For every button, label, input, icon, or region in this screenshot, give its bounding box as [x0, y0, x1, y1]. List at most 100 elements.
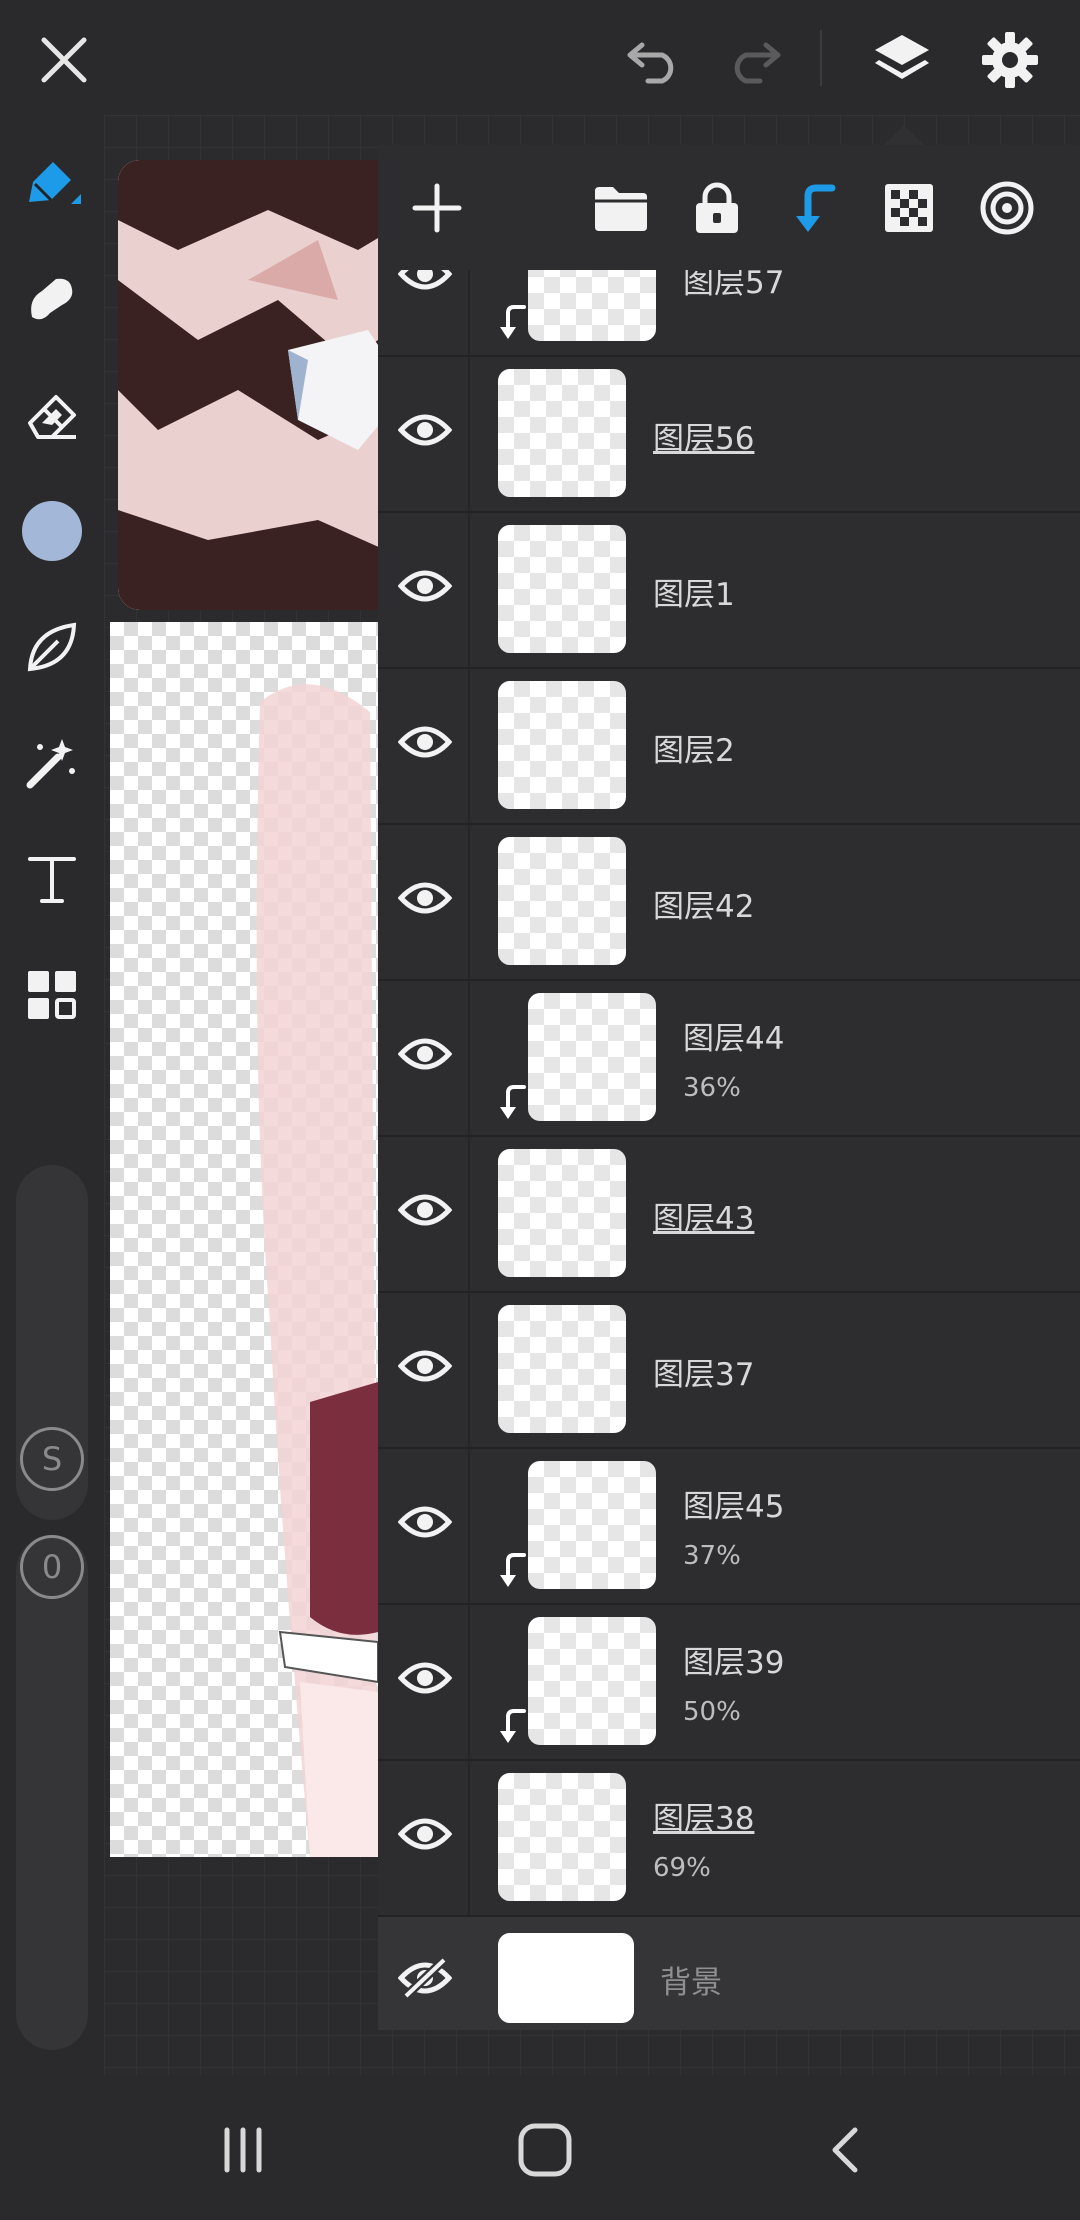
visibility-toggle[interactable]	[398, 403, 452, 457]
opacity-indicator[interactable]: 0	[20, 1535, 84, 1599]
eye-icon	[398, 1350, 452, 1382]
top-toolbar	[0, 0, 1080, 115]
eraser-icon	[28, 395, 76, 439]
grid-tool[interactable]	[14, 957, 90, 1033]
layer-thumbnail[interactable]	[498, 369, 626, 497]
color-swatch[interactable]	[14, 493, 90, 569]
layer-thumbnail[interactable]	[498, 1149, 626, 1277]
system-navbar	[0, 2075, 1080, 2220]
folder-icon	[595, 187, 647, 231]
visibility-toggle[interactable]	[398, 871, 452, 925]
layer-name: 图层43	[653, 1201, 755, 1237]
visibility-toggle[interactable]	[398, 715, 452, 769]
visibility-toggle[interactable]	[398, 1951, 452, 2005]
clip-button[interactable]	[780, 175, 846, 241]
layer-name: 图层1	[653, 577, 735, 613]
eye-off-icon	[398, 1956, 452, 2000]
clip-icon	[796, 184, 836, 232]
lock-icon	[696, 182, 738, 233]
pen-icon	[29, 162, 81, 204]
layer-row[interactable]: 图层43	[378, 1135, 1080, 1293]
visibility-toggle[interactable]	[398, 1339, 452, 1393]
layer-name: 图层44	[683, 1021, 785, 1057]
brush-size-slider[interactable]: S	[16, 1165, 88, 1520]
layer-name: 图层56	[653, 421, 755, 457]
home-button[interactable]	[500, 2105, 590, 2195]
close-button[interactable]	[26, 22, 102, 98]
layer-name: 图层45	[683, 1489, 785, 1525]
layer-thumbnail[interactable]	[528, 993, 656, 1121]
settings-icon	[982, 32, 1038, 88]
layer-row[interactable]: 图层57	[378, 270, 1080, 357]
add-layer-button[interactable]	[404, 175, 470, 241]
visibility-toggle[interactable]	[398, 1495, 452, 1549]
close-icon	[41, 37, 87, 83]
eye-icon	[398, 882, 452, 914]
layer-row[interactable]: 图层39 50%	[378, 1603, 1080, 1761]
reference-image[interactable]	[118, 160, 408, 610]
leaf-tool[interactable]	[14, 609, 90, 685]
layer-name: 图层37	[653, 1357, 755, 1393]
layer-thumbnail[interactable]	[498, 1305, 626, 1433]
clipping-arrow-icon	[494, 1083, 530, 1123]
layer-thumbnail[interactable]	[498, 681, 626, 809]
toolbar-divider	[820, 30, 822, 86]
clipping-arrow-icon	[494, 1551, 530, 1591]
magic-wand-tool[interactable]	[14, 725, 90, 801]
layer-thumbnail[interactable]	[498, 1773, 626, 1901]
undo-button[interactable]	[616, 22, 692, 98]
layer-opacity: 69%	[653, 1853, 711, 1883]
grid-icon	[28, 971, 76, 1019]
layer-row[interactable]: 图层42	[378, 823, 1080, 981]
settings-button[interactable]	[972, 22, 1048, 98]
lock-button[interactable]	[684, 175, 750, 241]
layer-row[interactable]: 图层56	[378, 355, 1080, 513]
layer-thumbnail[interactable]	[498, 837, 626, 965]
layer-row[interactable]: 图层44 36%	[378, 979, 1080, 1137]
transparency-lock-button[interactable]	[876, 175, 942, 241]
smudge-tool[interactable]	[14, 261, 90, 337]
visibility-toggle[interactable]	[398, 1183, 452, 1237]
visibility-toggle[interactable]	[398, 559, 452, 613]
layer-thumbnail[interactable]	[528, 270, 656, 341]
undo-icon	[627, 42, 674, 84]
magic-wand-icon	[26, 739, 75, 789]
layer-thumbnail[interactable]	[498, 525, 626, 653]
size-indicator[interactable]: S	[20, 1427, 84, 1491]
reference-layer-button[interactable]	[974, 175, 1040, 241]
panel-pointer	[884, 125, 924, 145]
text-tool[interactable]	[14, 841, 90, 917]
eye-icon	[398, 726, 452, 758]
redo-button[interactable]	[716, 22, 792, 98]
layers-button[interactable]	[864, 22, 940, 98]
recents-button[interactable]	[198, 2105, 288, 2195]
clipping-arrow-icon	[494, 1707, 530, 1747]
background-layer-name: 背景	[660, 1965, 722, 2001]
opacity-slider[interactable]: 0	[16, 1535, 88, 2050]
layer-opacity: 36%	[683, 1073, 741, 1103]
clipping-arrow-icon	[494, 303, 530, 343]
back-button[interactable]	[802, 2105, 892, 2195]
visibility-toggle[interactable]	[398, 1027, 452, 1081]
layer-list[interactable]: 图层57 图层56 图层1 图层2 图层42 图层44 36% 图层43 图层37 图层45 37%…	[378, 270, 1080, 2030]
eye-icon	[398, 1506, 452, 1538]
add-icon	[412, 183, 462, 233]
folder-button[interactable]	[588, 175, 654, 241]
visibility-toggle[interactable]	[398, 1807, 452, 1861]
layer-row[interactable]: 图层2	[378, 667, 1080, 825]
eye-icon	[398, 414, 452, 446]
eraser-tool[interactable]	[14, 377, 90, 453]
layer-row[interactable]: 图层37	[378, 1291, 1080, 1449]
background-thumbnail[interactable]	[498, 1933, 634, 2023]
layer-row[interactable]: 图层45 37%	[378, 1447, 1080, 1605]
layer-row[interactable]: 图层38 69%	[378, 1759, 1080, 1917]
layer-thumbnail[interactable]	[528, 1461, 656, 1589]
layer-thumbnail[interactable]	[528, 1617, 656, 1745]
visibility-toggle[interactable]	[398, 270, 452, 301]
layer-name: 图层38	[653, 1801, 755, 1837]
layer-row[interactable]: 图层1	[378, 511, 1080, 669]
layer-name: 图层42	[653, 889, 755, 925]
visibility-toggle[interactable]	[398, 1651, 452, 1705]
pen-tool[interactable]	[14, 145, 90, 221]
background-layer-row[interactable]: 背景	[378, 1917, 1080, 2030]
